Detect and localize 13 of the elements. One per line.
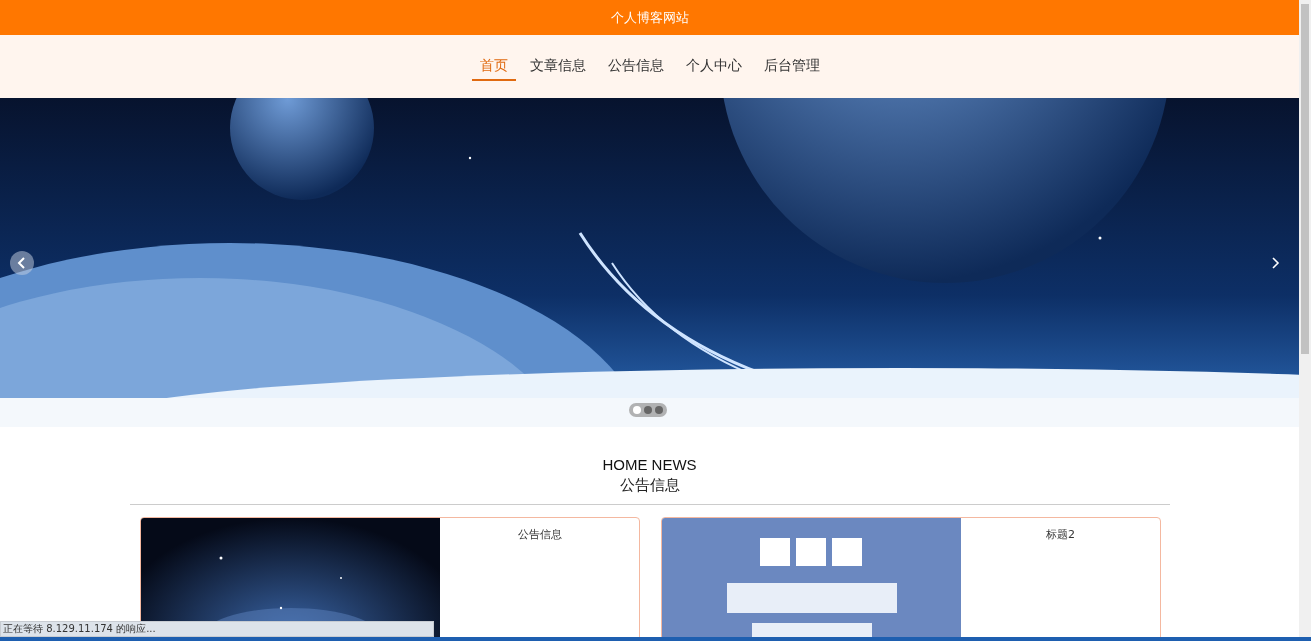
card-title: 公告信息 — [517, 528, 562, 541]
carousel-dot[interactable] — [655, 406, 663, 414]
site-title: 个人博客网站 — [610, 8, 689, 27]
nav-link[interactable]: 个人中心 — [677, 52, 750, 81]
nav-link[interactable]: 公告信息 — [599, 52, 672, 81]
status-bar: 正在等待 8.129.11.174 的响应... — [0, 621, 434, 637]
carousel-dot[interactable] — [633, 406, 641, 414]
card-title: 标题2 — [1046, 528, 1075, 541]
nav-link[interactable]: 文章信息 — [521, 52, 594, 81]
nav-link[interactable]: 后台管理 — [755, 52, 828, 81]
section-subtitle: HOME NEWS — [602, 456, 697, 474]
carousel-dot[interactable] — [644, 406, 652, 414]
section-title: 公告信息 — [619, 475, 680, 496]
